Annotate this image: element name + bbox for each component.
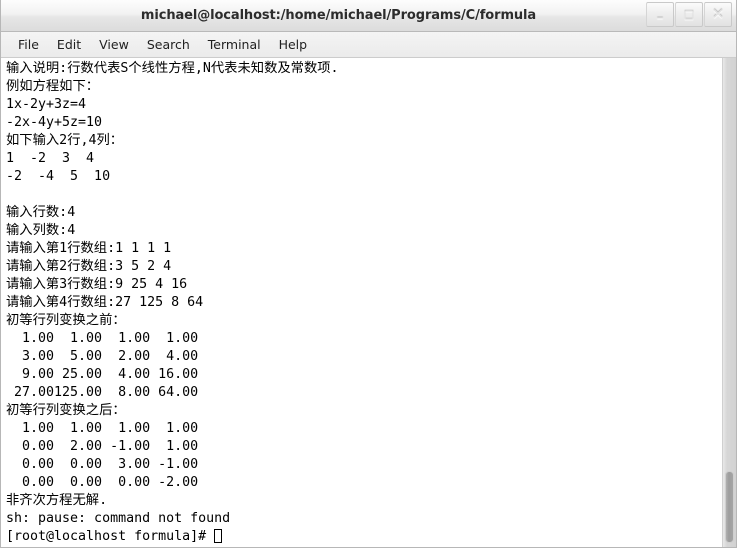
- close-button[interactable]: ✕: [704, 2, 732, 27]
- maximize-icon: □: [683, 8, 695, 21]
- minimize-button[interactable]: –: [646, 2, 674, 27]
- window-title: michael@localhost:/home/michael/Programs…: [140, 8, 537, 23]
- terminal-line: 请输入第2行数组:3 5 2 4: [6, 259, 172, 274]
- terminal-line: 1x-2y+3z=4: [6, 97, 87, 112]
- terminal-line: 0.00 0.00 3.00 -1.00: [6, 457, 199, 472]
- menu-item-search[interactable]: Search: [138, 35, 199, 54]
- menu-item-terminal[interactable]: Terminal: [199, 35, 270, 54]
- terminal-scrollbar[interactable]: [722, 58, 736, 547]
- menu-bar: File Edit View Search Terminal Help: [1, 32, 736, 58]
- terminal-line: -2x-4y+5z=10: [6, 115, 103, 130]
- terminal-line: 非齐次方程无解.: [6, 493, 108, 508]
- terminal-line: 初等行列变换之前：: [6, 313, 126, 328]
- terminal-area: 输入说明:行数代表S个线性方程,N代表未知数及常数项. 例如方程如下： 1x-2y+…: [1, 58, 736, 547]
- menu-item-view[interactable]: View: [90, 35, 138, 54]
- terminal-line: 27.00125.00 8.00 64.00: [6, 385, 199, 400]
- window-controls: – □ ✕: [645, 2, 732, 27]
- terminal-line: 9.00 25.00 4.00 16.00: [6, 367, 199, 382]
- terminal-output[interactable]: 输入说明:行数代表S个线性方程,N代表未知数及常数项. 例如方程如下： 1x-2y+…: [1, 58, 722, 547]
- menu-item-file[interactable]: File: [9, 35, 48, 54]
- terminal-line: 输入行数:4: [6, 205, 76, 220]
- terminal-line: 请输入第1行数组:1 1 1 1: [6, 241, 172, 256]
- close-icon: ✕: [711, 5, 725, 23]
- menu-item-edit[interactable]: Edit: [48, 35, 90, 54]
- terminal-line: 0.00 0.00 0.00 -2.00: [6, 475, 199, 490]
- terminal-line: 0.00 2.00 -1.00 1.00: [6, 439, 199, 454]
- terminal-line: sh: pause: command not found: [6, 511, 231, 526]
- terminal-line: -2 -4 5 10: [6, 169, 111, 184]
- terminal-line: 请输入第3行数组:9 25 4 16: [6, 277, 188, 292]
- title-bar[interactable]: michael@localhost:/home/michael/Programs…: [1, 0, 736, 32]
- terminal-prompt-line: [root@localhost formula]#: [6, 528, 722, 546]
- text-cursor: [214, 529, 223, 543]
- maximize-button[interactable]: □: [675, 2, 703, 27]
- terminal-line: 例如方程如下：: [6, 79, 100, 94]
- terminal-line: 1.00 1.00 1.00 1.00: [6, 421, 199, 436]
- minimize-icon: –: [656, 9, 664, 26]
- terminal-window: michael@localhost:/home/michael/Programs…: [0, 0, 737, 548]
- terminal-line: 3.00 5.00 2.00 4.00: [6, 349, 199, 364]
- scrollbar-thumb[interactable]: [725, 471, 734, 543]
- terminal-line: 如下输入2行,4列：: [6, 133, 124, 148]
- terminal-line: 输入列数:4: [6, 223, 76, 238]
- terminal-line: 1 -2 3 4: [6, 151, 95, 166]
- terminal-line: 1.00 1.00 1.00 1.00: [6, 331, 199, 346]
- terminal-line: 请输入第4行数组:27 125 8 64: [6, 295, 204, 310]
- menu-item-help[interactable]: Help: [270, 35, 317, 54]
- terminal-line: 输入说明:行数代表S个线性方程,N代表未知数及常数项.: [6, 61, 339, 76]
- terminal-line: 初等行列变换之后：: [6, 403, 126, 418]
- shell-prompt: [root@localhost formula]#: [6, 529, 215, 544]
